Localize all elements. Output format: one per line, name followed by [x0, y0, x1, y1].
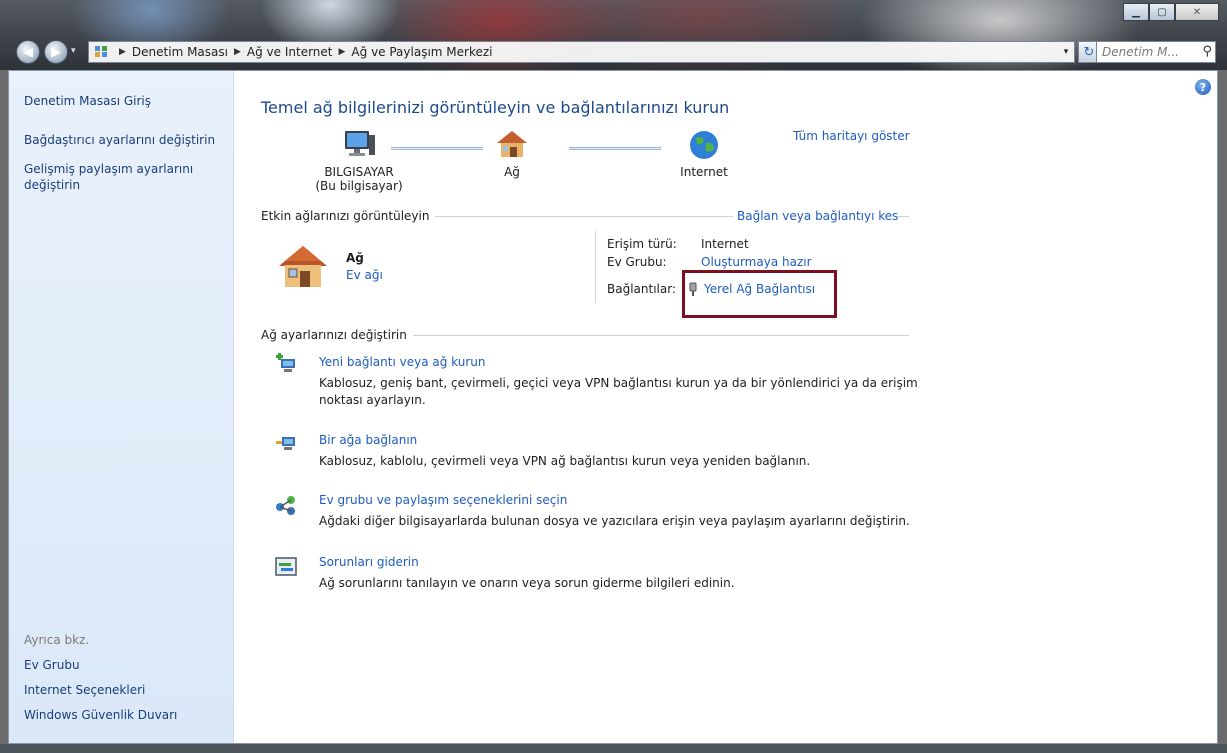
- task-connect-network-desc: Kablosuz, kablolu, çevirmeli veya VPN ağ…: [319, 454, 811, 468]
- sidebar-item-homegroup[interactable]: Ev Grubu: [24, 657, 80, 673]
- homegroup-status-link[interactable]: Oluşturmaya hazır: [701, 255, 812, 269]
- forward-button[interactable]: ▶: [44, 40, 68, 64]
- search-icon[interactable]: ⚲: [1202, 44, 1212, 59]
- breadcrumb-separator-icon: ▶: [338, 47, 346, 57]
- access-type-value: Internet: [701, 237, 749, 251]
- new-connection-icon[interactable]: [275, 353, 297, 375]
- map-node-network[interactable]: Ağ: [487, 129, 537, 179]
- address-dropdown-icon[interactable]: ▾: [1058, 47, 1074, 57]
- connections-label: Bağlantılar:: [607, 282, 676, 296]
- task-connect-network-link[interactable]: Bir ağa bağlanın: [319, 433, 417, 447]
- task-troubleshoot-link[interactable]: Sorunları giderin: [319, 555, 419, 569]
- homegroup-sharing-icon[interactable]: [275, 494, 297, 516]
- back-arrow-icon: ◀: [23, 44, 33, 60]
- map-connection-line: [569, 147, 661, 150]
- map-connection-line: [391, 147, 483, 150]
- breadcrumb-control-panel[interactable]: Denetim Masası: [132, 45, 228, 59]
- help-icon[interactable]: ?: [1195, 79, 1211, 95]
- task-troubleshoot-desc: Ağ sorunlarını tanılayın ve onarın veya …: [319, 576, 735, 590]
- sidebar-item-change-adapter-settings[interactable]: Bağdaştırıcı ayarlarını değiştirin: [24, 132, 234, 148]
- connect-network-icon[interactable]: [275, 432, 297, 454]
- sidebar-item-control-panel-home[interactable]: Denetim Masası Giriş: [24, 93, 151, 109]
- task-homegroup-sharing-desc: Ağdaki diğer bilgisayarlarda bulunan dos…: [319, 514, 910, 528]
- breadcrumb-separator-icon: ▶: [119, 47, 126, 57]
- map-node-computer[interactable]: BILGISAYAR (Bu bilgisayar): [294, 129, 424, 193]
- map-computer-sublabel: (Bu bilgisayar): [315, 179, 403, 193]
- sidebar-item-advanced-sharing-settings[interactable]: Gelişmiş paylaşım ayarlarını değiştirin: [24, 161, 199, 193]
- sidebar-item-internet-options[interactable]: Internet Seçenekleri: [24, 682, 145, 698]
- map-computer-label: BILGISAYAR: [324, 165, 394, 179]
- control-panel-icon: [95, 46, 109, 58]
- map-internet-label: Internet: [680, 165, 728, 179]
- see-also-heading: Ayrıca bkz.: [24, 633, 90, 647]
- search-input[interactable]: Denetim M... ⚲: [1096, 41, 1216, 63]
- search-placeholder: Denetim M...: [1102, 45, 1179, 59]
- active-network-name: Ağ: [346, 251, 364, 265]
- access-type-label: Erişim türü:: [607, 237, 677, 251]
- address-bar[interactable]: ▶ Denetim Masası ▶ Ağ ve Internet ▶ Ağ v…: [88, 41, 1075, 63]
- homegroup-label: Ev Grubu:: [607, 255, 667, 269]
- computer-icon: [345, 131, 375, 156]
- active-networks-heading: Etkin ağlarınızı görüntüleyin: [261, 209, 436, 223]
- refresh-icon: ↻: [1083, 44, 1095, 60]
- forward-arrow-icon: ▶: [51, 44, 61, 60]
- window-controls: ▁ ▢ ✕: [1123, 3, 1219, 21]
- back-button[interactable]: ◀: [16, 40, 40, 64]
- connect-disconnect-link[interactable]: Bağlan veya bağlantıyı kes: [733, 209, 899, 223]
- network-house-icon: [497, 131, 527, 157]
- close-button[interactable]: ✕: [1175, 3, 1219, 21]
- task-new-connection-link[interactable]: Yeni bağlantı veya ağ kurun: [319, 355, 485, 369]
- recent-pages-chevron-icon[interactable]: ▾: [71, 46, 76, 56]
- home-network-icon[interactable]: [277, 243, 329, 289]
- address-row: ◀ ▶ ▾ ▶ Denetim Masası ▶ Ağ ve Internet …: [0, 38, 1227, 66]
- map-network-label: Ağ: [504, 165, 520, 179]
- troubleshoot-icon[interactable]: [275, 556, 297, 578]
- network-type-link[interactable]: Ev ağı: [346, 268, 383, 282]
- minimize-button[interactable]: ▁: [1123, 3, 1149, 21]
- page-title: Temel ağ bilgilerinizi görüntüleyin ve b…: [261, 98, 730, 117]
- internet-globe-icon: [690, 131, 718, 159]
- window-bottom-frame: [0, 744, 1227, 753]
- change-settings-heading: Ağ ayarlarınızı değiştirin: [261, 328, 413, 342]
- maximize-button[interactable]: ▢: [1149, 3, 1175, 21]
- task-new-connection-desc: Kablosuz, geniş bant, çevirmeli, geçici …: [319, 376, 918, 407]
- breadcrumb-network-sharing-center[interactable]: Ağ ve Paylaşım Merkezi: [351, 45, 492, 59]
- highlight-annotation-box: [682, 270, 837, 318]
- vertical-divider: [595, 231, 596, 303]
- content-area: Denetim Masası Giriş Bağdaştırıcı ayarla…: [8, 70, 1218, 744]
- map-node-internet[interactable]: Internet: [669, 129, 739, 179]
- sidebar-item-windows-firewall[interactable]: Windows Güvenlik Duvarı: [24, 707, 177, 723]
- breadcrumb-network-internet[interactable]: Ağ ve Internet: [247, 45, 333, 59]
- window-titlebar: ▁ ▢ ✕ ◀ ▶ ▾ ▶ Denetim Masası ▶ Ağ ve Int…: [0, 0, 1227, 70]
- show-full-map-link[interactable]: Tüm haritayı göster: [793, 129, 910, 143]
- task-homegroup-sharing-link[interactable]: Ev grubu ve paylaşım seçeneklerini seçin: [319, 493, 567, 507]
- sidebar: Denetim Masası Giriş Bağdaştırıcı ayarla…: [9, 71, 234, 743]
- breadcrumb-separator-icon: ▶: [233, 47, 241, 57]
